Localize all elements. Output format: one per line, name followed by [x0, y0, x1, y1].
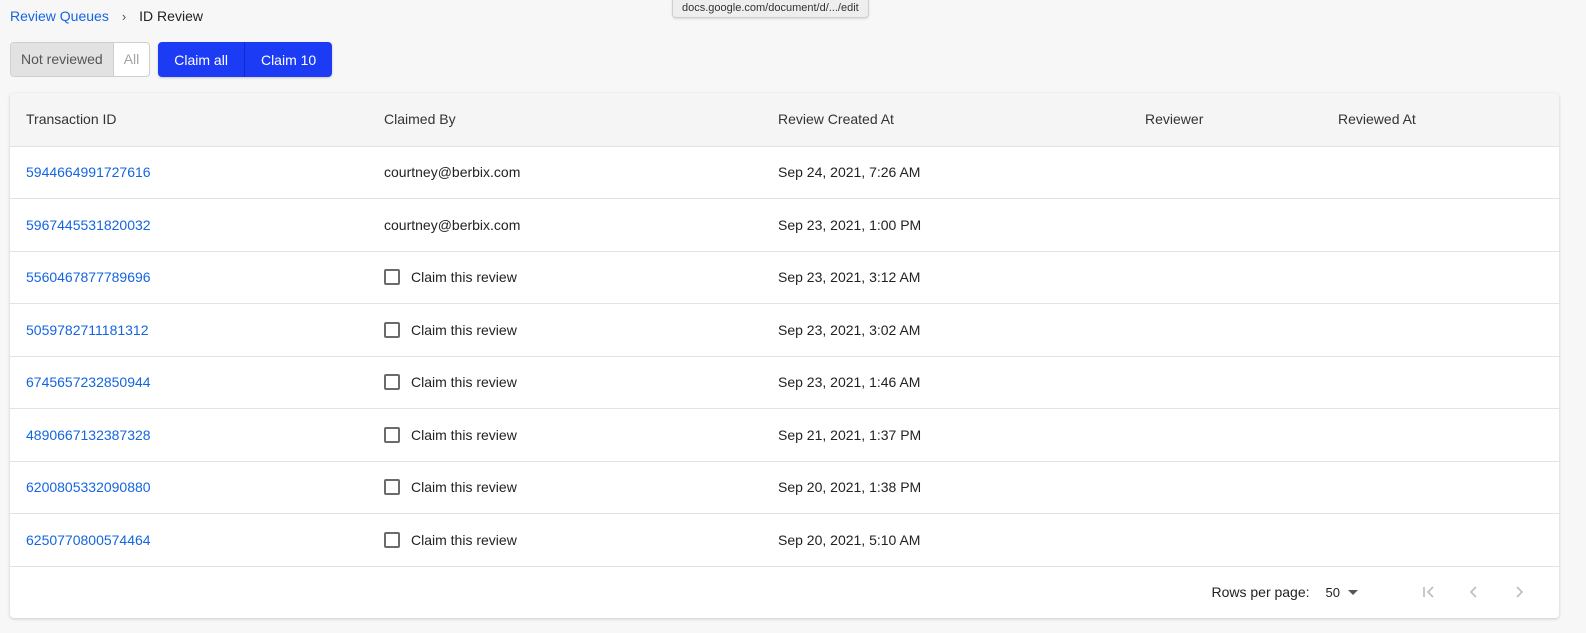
reviewer-cell: [1129, 356, 1322, 409]
table-header-row: Transaction ID Claimed By Review Created…: [10, 93, 1559, 147]
col-claimed-by: Claimed By: [368, 93, 762, 147]
reviewed-at-cell: [1322, 356, 1559, 409]
breadcrumb-current: ID Review: [139, 8, 203, 24]
transaction-id-link[interactable]: 5944664991727616: [26, 164, 151, 180]
reviews-table-card: Transaction ID Claimed By Review Created…: [10, 93, 1559, 618]
claim-label: Claim this review: [411, 426, 517, 443]
transaction-id-link[interactable]: 6200805332090880: [26, 479, 151, 495]
created-at-cell: Sep 20, 2021, 5:10 AM: [762, 513, 1129, 567]
created-at-cell: Sep 20, 2021, 1:38 PM: [762, 461, 1129, 514]
claim-review-control[interactable]: Claim this review: [384, 321, 762, 338]
claim-label: Claim this review: [411, 374, 517, 391]
claimed-by-cell: courtney@berbix.com: [368, 146, 762, 199]
url-tooltip: docs.google.com/document/d/.../edit: [672, 0, 869, 18]
created-at-cell: Sep 23, 2021, 1:46 AM: [762, 356, 1129, 409]
next-page-icon[interactable]: [1496, 580, 1541, 604]
pager: [1406, 580, 1541, 604]
created-at-cell: Sep 24, 2021, 7:26 AM: [762, 146, 1129, 199]
table-row: 6250770800574464 Claim this review Sep 2…: [10, 513, 1559, 567]
claim-review-control[interactable]: Claim this review: [384, 426, 762, 443]
claim-checkbox[interactable]: [384, 426, 400, 443]
table-row: 6200805332090880 Claim this review Sep 2…: [10, 461, 1559, 514]
breadcrumb-review-queues-link[interactable]: Review Queues: [10, 8, 109, 24]
chevron-right-icon: ›: [121, 8, 127, 24]
claim-review-control[interactable]: Claim this review: [384, 479, 762, 496]
reviewer-cell: [1129, 461, 1322, 514]
reviewed-at-cell: [1322, 146, 1559, 199]
previous-page-icon[interactable]: [1451, 580, 1496, 604]
transaction-id-link[interactable]: 5967445531820032: [26, 217, 151, 233]
review-filter: Not reviewed All: [10, 42, 151, 77]
created-at-cell: Sep 23, 2021, 1:00 PM: [762, 198, 1129, 252]
transaction-id-link[interactable]: 6745657232850944: [26, 374, 151, 390]
col-reviewer: Reviewer: [1129, 93, 1322, 147]
reviewed-at-cell: [1322, 303, 1559, 357]
claim-checkbox[interactable]: [384, 269, 400, 286]
created-at-cell: Sep 23, 2021, 3:02 AM: [762, 303, 1129, 357]
transaction-id-link[interactable]: 4890667132387328: [26, 427, 151, 443]
transaction-id-link[interactable]: 5560467877789696: [26, 269, 151, 285]
reviewed-at-cell: [1322, 251, 1559, 304]
rows-per-page-select[interactable]: 50: [1326, 585, 1358, 600]
table-row: 5560467877789696 Claim this review Sep 2…: [10, 251, 1559, 304]
table-row: 5944664991727616 courtney@berbix.com Sep…: [10, 146, 1559, 199]
claim-label: Claim this review: [411, 479, 517, 496]
table-row: 4890667132387328 Claim this review Sep 2…: [10, 408, 1559, 462]
rows-per-page-value: 50: [1325, 584, 1340, 600]
claim-checkbox[interactable]: [384, 479, 400, 496]
toolbar: Not reviewed All Claim all Claim 10: [10, 42, 333, 77]
claim-all-button[interactable]: Claim all: [158, 42, 244, 77]
filter-not-reviewed[interactable]: Not reviewed: [11, 43, 114, 76]
claimed-by-cell: courtney@berbix.com: [368, 198, 762, 252]
transaction-id-link[interactable]: 6250770800574464: [26, 532, 151, 548]
rows-per-page-label: Rows per page:: [1211, 584, 1310, 600]
caret-down-icon: [1348, 589, 1358, 595]
transaction-id-link[interactable]: 5059782711181312: [26, 322, 149, 338]
reviewer-cell: [1129, 408, 1322, 462]
first-page-icon[interactable]: [1406, 580, 1451, 604]
reviews-table: Transaction ID Claimed By Review Created…: [10, 93, 1559, 567]
claim-review-control[interactable]: Claim this review: [384, 374, 762, 391]
claim-label: Claim this review: [411, 321, 517, 338]
col-reviewed-at: Reviewed At: [1322, 93, 1559, 147]
reviewed-at-cell: [1322, 198, 1559, 252]
claim-review-control[interactable]: Claim this review: [384, 531, 762, 548]
breadcrumb: Review Queues › ID Review: [10, 6, 203, 26]
reviewed-at-cell: [1322, 408, 1559, 462]
reviewer-cell: [1129, 251, 1322, 304]
reviewed-at-cell: [1322, 461, 1559, 514]
reviewer-cell: [1129, 513, 1322, 567]
created-at-cell: Sep 21, 2021, 1:37 PM: [762, 408, 1129, 462]
reviewer-cell: [1129, 303, 1322, 357]
table-row: 5059782711181312 Claim this review Sep 2…: [10, 303, 1559, 357]
claim-button-group: Claim all Claim 10: [158, 42, 333, 77]
claim-checkbox[interactable]: [384, 321, 400, 338]
reviewed-at-cell: [1322, 513, 1559, 567]
claim-label: Claim this review: [411, 531, 517, 548]
table-row: 6745657232850944 Claim this review Sep 2…: [10, 356, 1559, 409]
created-at-cell: Sep 23, 2021, 3:12 AM: [762, 251, 1129, 304]
col-review-created-at: Review Created At: [762, 93, 1129, 147]
claim-10-button[interactable]: Claim 10: [243, 42, 333, 77]
claim-checkbox[interactable]: [384, 374, 400, 391]
table-row: 5967445531820032 courtney@berbix.com Sep…: [10, 198, 1559, 252]
claim-review-control[interactable]: Claim this review: [384, 269, 762, 286]
col-transaction-id: Transaction ID: [10, 93, 368, 147]
reviewer-cell: [1129, 146, 1322, 199]
filter-all[interactable]: All: [114, 43, 150, 76]
claim-label: Claim this review: [411, 269, 517, 286]
claim-checkbox[interactable]: [384, 531, 400, 548]
table-pagination: Rows per page: 50: [10, 566, 1559, 618]
reviewer-cell: [1129, 198, 1322, 252]
